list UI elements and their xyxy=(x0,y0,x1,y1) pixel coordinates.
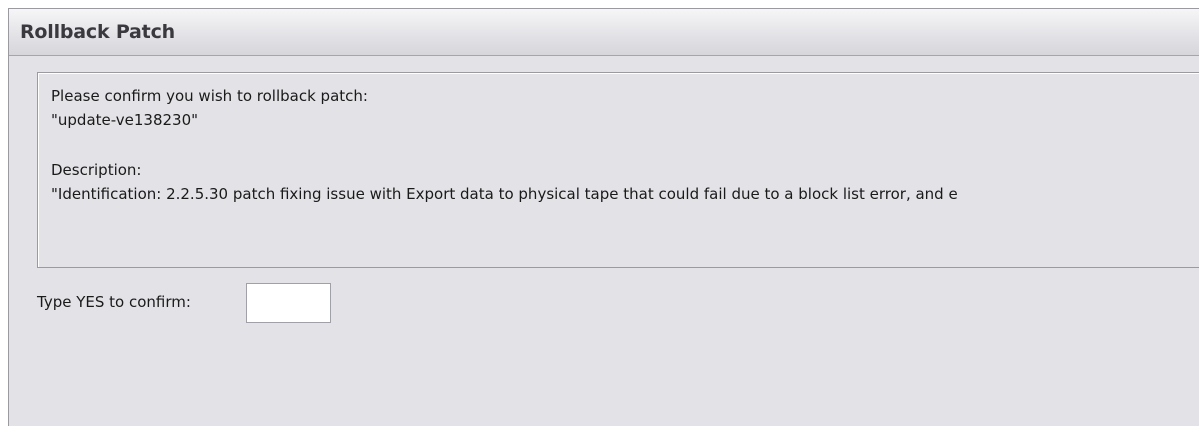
confirm-prompt-text: Please confirm you wish to rollback patc… xyxy=(51,87,368,105)
description-text: "Identification: 2.2.5.30 patch fixing i… xyxy=(51,185,958,203)
confirm-input[interactable] xyxy=(246,283,331,323)
dialog-titlebar[interactable]: Rollback Patch xyxy=(9,9,1199,56)
description-label: Description: xyxy=(51,161,142,179)
patch-name-text: "update-ve138230" xyxy=(51,111,199,129)
rollback-patch-dialog: Rollback Patch Please confirm you wish t… xyxy=(8,8,1199,426)
message-panel: Please confirm you wish to rollback patc… xyxy=(37,72,1199,268)
dialog-title: Rollback Patch xyxy=(20,21,175,43)
confirm-label: Type YES to confirm: xyxy=(37,293,191,311)
